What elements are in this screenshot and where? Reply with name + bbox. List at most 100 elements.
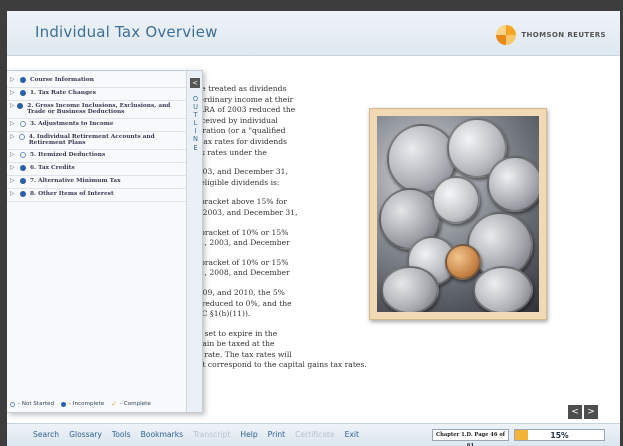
outline-letter: L bbox=[193, 119, 198, 128]
toolbar-tools-button[interactable]: Tools bbox=[112, 430, 131, 439]
previous-page-button[interactable]: < bbox=[568, 405, 582, 419]
outline-item-label: 5. Itemized Deductions bbox=[30, 152, 106, 158]
outline-item-label: 7. Alternative Minimum Tax bbox=[30, 178, 121, 184]
lesson-line: y 1, 2003, and December bbox=[193, 238, 290, 248]
status-legend: - Not Started - Incomplete ✓ - Complete bbox=[7, 400, 187, 408]
toolbar-transcript-button: Transcript bbox=[193, 430, 231, 439]
lesson-line: ax rate. The tax rates will bbox=[193, 349, 292, 359]
outline-item[interactable]: ▷ 7. Alternative Minimum Tax bbox=[7, 176, 187, 189]
incomplete-status-icon bbox=[17, 103, 24, 109]
checkmark-icon: ✓ bbox=[111, 400, 118, 408]
outline-item-label: Course Information bbox=[30, 77, 94, 83]
lesson-paragraph: dy set to expire in the again be taxed at… bbox=[193, 328, 367, 371]
header-bar: Individual Tax Overview THOMSON REUTERS bbox=[7, 11, 620, 56]
thomson-reuters-logo bbox=[496, 25, 517, 45]
lesson-paragraph: k bracket of 10% or 15% y 1, 2003, and De… bbox=[193, 228, 363, 249]
outline-item[interactable]: ▷ 1. Tax Rate Changes bbox=[7, 88, 187, 101]
toolbar-help-button[interactable]: Help bbox=[240, 430, 257, 439]
expand-arrow-icon[interactable]: ▷ bbox=[10, 189, 18, 197]
toolbar-certificate-button: Certificate bbox=[295, 430, 335, 439]
outline-item[interactable]: ▷ 6. Tax Credits bbox=[7, 163, 187, 176]
lesson-line: d tax rates for dividends bbox=[193, 136, 288, 146]
expand-arrow-icon[interactable]: ▷ bbox=[10, 150, 18, 158]
outline-panel: ▷ Course Information ▷ 1. Tax Rate Changes ▷… bbox=[7, 70, 203, 413]
toolbar-exit-button[interactable]: Exit bbox=[345, 430, 359, 439]
outline-vertical-label: OUTLINE bbox=[191, 95, 200, 152]
toolbar-print-button[interactable]: Print bbox=[268, 430, 285, 439]
toolbar-search-button[interactable]: Search bbox=[33, 430, 59, 439]
brand: THOMSON REUTERS bbox=[496, 25, 606, 45]
expand-arrow-icon[interactable]: ▷ bbox=[10, 75, 18, 83]
expand-arrow-icon[interactable]: ▷ bbox=[10, 163, 18, 171]
lesson-line: again be taxed at the bbox=[193, 339, 275, 349]
outline-letter: E bbox=[193, 143, 198, 152]
page-navigation: < > bbox=[568, 405, 598, 419]
outline-item-label: 3. Adjustments to Income bbox=[30, 121, 114, 127]
not-started-status-icon bbox=[20, 152, 26, 158]
lesson-paragraph: 2003, and December 31, n eligible dividen… bbox=[193, 167, 363, 188]
lesson-paragraph: k bracket of 10% or 15% y 1, 2008, and De… bbox=[193, 258, 363, 279]
outline-item[interactable]: ▷ 2. Gross Income Inclusions, Exclusions,… bbox=[7, 101, 187, 119]
toolbar-glossary-button[interactable]: Glossary bbox=[69, 430, 102, 439]
bottom-toolbar: Search Glossary Tools Bookmarks Transcript He… bbox=[7, 423, 620, 446]
lesson-line: dy set to expire in the bbox=[193, 328, 278, 338]
lesson-line: TRRA of 2003 reduced the bbox=[193, 105, 296, 115]
incomplete-status-icon bbox=[20, 191, 26, 197]
lesson-line: not correspond to the capital gains tax … bbox=[193, 360, 367, 370]
lesson-line: are treated as dividends bbox=[193, 84, 287, 93]
lesson-line: tax rates under the bbox=[193, 147, 267, 157]
lesson-line: 1, 2003, and December 31, bbox=[193, 207, 298, 217]
outline-item[interactable]: ▷ 3. Adjustments to Income bbox=[7, 119, 187, 132]
incomplete-status-icon bbox=[20, 77, 26, 83]
course-title: Individual Tax Overview bbox=[35, 23, 218, 41]
lesson-paragraph: 2009, and 2010, the 5% is reduced to 0%, … bbox=[193, 288, 363, 320]
outline-item-label: 2. Gross Income Inclusions, Exclusions, … bbox=[27, 103, 171, 115]
toolbar-menu: Search Glossary Tools Bookmarks Transcript He… bbox=[33, 430, 359, 439]
outline-letter: O bbox=[192, 95, 199, 103]
outline-letter: N bbox=[193, 135, 198, 144]
outline-item-label: 4. Individual Retirement Accounts and Re… bbox=[28, 134, 155, 146]
lesson-line: s ordinary income at their bbox=[193, 94, 294, 104]
toolbar-bookmarks-button[interactable]: Bookmarks bbox=[141, 430, 183, 439]
outline-item[interactable]: ▷ Course Information bbox=[7, 75, 187, 88]
not-started-status-icon bbox=[18, 134, 25, 140]
incomplete-status-icon bbox=[20, 178, 26, 184]
expand-arrow-icon[interactable]: ▷ bbox=[10, 176, 18, 184]
close-outline-button[interactable]: < bbox=[190, 78, 200, 88]
lesson-line: x bracket above 15% for bbox=[193, 197, 287, 207]
lesson-line: n eligible dividends is: bbox=[193, 177, 280, 187]
legend-not-started: - Not Started bbox=[18, 401, 55, 407]
outline-list: ▷ Course Information ▷ 1. Tax Rate Changes ▷… bbox=[7, 75, 187, 202]
course-player: Individual Tax Overview THOMSON REUTERS … bbox=[7, 11, 620, 446]
lesson-line: 2009, and 2010, the 5% bbox=[193, 287, 285, 297]
legend-incomplete: - Incomplete bbox=[69, 401, 105, 407]
outline-item[interactable]: ▷ 8. Other Items of Interest bbox=[7, 189, 187, 202]
incomplete-icon bbox=[61, 401, 67, 407]
progress-label: 15% bbox=[550, 431, 569, 440]
lesson-text: are treated as dividends s ordinary incom… bbox=[193, 84, 367, 380]
lesson-paragraph: x bracket above 15% for 1, 2003, and Dece… bbox=[193, 197, 363, 218]
incomplete-status-icon bbox=[20, 165, 26, 171]
expand-arrow-icon[interactable]: ▷ bbox=[10, 101, 15, 109]
expand-arrow-icon[interactable]: ▷ bbox=[10, 132, 17, 140]
outline-item-label: 1. Tax Rate Changes bbox=[30, 90, 96, 96]
expand-arrow-icon[interactable]: ▷ bbox=[10, 119, 18, 127]
incomplete-status-icon bbox=[20, 90, 26, 96]
not-started-status-icon bbox=[20, 121, 26, 127]
coins-photo bbox=[377, 116, 539, 312]
brand-name: THOMSON REUTERS bbox=[521, 31, 606, 39]
outline-item[interactable]: ▷ 5. Itemized Deductions bbox=[7, 150, 187, 163]
lesson-line: k bracket of 10% or 15% bbox=[193, 227, 289, 237]
lesson-line: is reduced to 0%, and the bbox=[193, 298, 292, 308]
outline-tab[interactable]: < OUTLINE bbox=[186, 71, 202, 412]
not-started-icon bbox=[10, 401, 15, 407]
outline-item-label: 6. Tax Credits bbox=[30, 165, 75, 171]
lesson-line: k bracket of 10% or 15% bbox=[193, 257, 289, 267]
expand-arrow-icon[interactable]: ▷ bbox=[10, 88, 18, 96]
page-indicator: Chapter 1.D. Page 46 of 61 bbox=[432, 429, 509, 446]
outline-letter: U bbox=[193, 103, 198, 112]
outline-item[interactable]: ▷ 4. Individual Retirement Accounts and R… bbox=[7, 132, 187, 150]
lesson-line: poration (or a "qualified bbox=[193, 126, 286, 136]
next-page-button[interactable]: > bbox=[584, 405, 598, 419]
lesson-line: 2003, and December 31, bbox=[193, 167, 288, 177]
